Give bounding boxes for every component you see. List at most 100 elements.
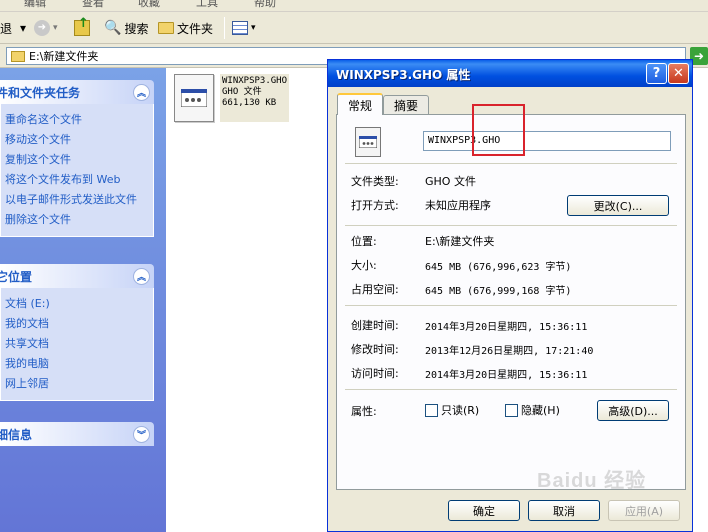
file-info: WINXPSP3.GHO GHO 文件 661,130 KB — [220, 74, 290, 122]
search-icon: 🔍 — [104, 20, 122, 36]
checkbox-box — [505, 403, 518, 417]
other-places-header[interactable]: 它位置 ︽ — [0, 264, 154, 288]
ok-button[interactable]: 确定 — [448, 500, 520, 521]
up-folder-icon: ↑ — [74, 17, 90, 36]
toolbar: 退 ▾ ➜ ▾ ↑ 🔍 搜索 文件夹 ▾ — [0, 12, 708, 44]
file-tasks-panel: 件和文件夹任务 ︽ 重命名这个文件 移动这个文件 复制这个文件 将这个文件发布到… — [0, 80, 154, 237]
baidu-watermark: Baidu 经验 — [537, 470, 647, 492]
location-value: E:\新建文件夹 — [425, 235, 495, 248]
help-button[interactable]: ? — [646, 63, 667, 84]
modified-value: 2013年12月26日星期四, 17:21:40 — [425, 346, 594, 357]
folders-label: 文件夹 — [177, 21, 214, 36]
divider — [345, 305, 677, 306]
details-header[interactable]: 细信息 ︾ — [0, 422, 154, 446]
dropdown-arrow-icon[interactable]: ▾ — [20, 18, 26, 38]
file-type: GHO 文件 — [222, 87, 262, 97]
divider — [345, 163, 677, 164]
modified-label: 修改时间: — [351, 343, 399, 356]
back-label: 退 — [0, 21, 13, 36]
size-value: 645 MB (676,996,623 字节) — [425, 262, 572, 273]
details-title: 细信息 — [0, 427, 33, 442]
annotation-highlight-box — [472, 104, 525, 156]
file-name-input[interactable]: WINXPSP3.GHO — [423, 131, 671, 151]
other-places-body: 文档 (E:) 我的文档 共享文档 我的电脑 网上邻居 — [0, 288, 154, 401]
created-value: 2014年3月20日星期四, 15:36:11 — [425, 322, 588, 333]
task-move-file[interactable]: 移动这个文件 — [5, 130, 149, 150]
readonly-checkbox[interactable]: 只读(R) — [425, 402, 479, 418]
tab-summary[interactable]: 摘要 — [383, 95, 429, 115]
accessed-value: 2014年3月20日星期四, 15:36:11 — [425, 370, 588, 381]
help-icon: ? — [652, 66, 661, 81]
place-my-documents[interactable]: 我的文档 — [5, 314, 149, 334]
readonly-label: 只读(R) — [441, 404, 480, 417]
dropdown-arrow-icon: ▾ — [53, 23, 58, 33]
views-icon — [232, 21, 248, 35]
search-label: 搜索 — [124, 21, 149, 36]
created-label: 创建时间: — [351, 319, 399, 332]
dropdown-arrow-icon: ▾ — [251, 23, 256, 33]
task-publish-web[interactable]: 将这个文件发布到 Web — [5, 170, 149, 190]
file-tasks-header[interactable]: 件和文件夹任务 ︽ — [0, 80, 154, 104]
forward-icon: ➜ — [34, 20, 50, 36]
details-panel: 细信息 ︾ — [0, 422, 154, 446]
file-type-value: GHO 文件 — [425, 175, 476, 188]
collapse-chevron-icon[interactable]: ︽ — [133, 83, 150, 101]
gho-file-icon — [355, 127, 381, 157]
place-drive-e[interactable]: 文档 (E:) — [5, 294, 149, 314]
menu-help[interactable]: 帮助 — [254, 0, 276, 10]
views-button[interactable]: ▾ — [232, 18, 256, 38]
general-tab-panel: WINXPSP3.GHO 文件类型: GHO 文件 打开方式: 未知应用程序 更… — [336, 114, 686, 490]
expand-chevron-icon[interactable]: ︾ — [133, 425, 150, 443]
menu-edit[interactable]: 编辑 — [24, 0, 46, 10]
file-tasks-title: 件和文件夹任务 — [0, 85, 81, 100]
attributes-label: 属性: — [351, 405, 377, 418]
place-network[interactable]: 网上邻居 — [5, 374, 149, 394]
divider — [345, 225, 677, 226]
hidden-checkbox[interactable]: 隐藏(H) — [505, 402, 560, 418]
task-email-file[interactable]: 以电子邮件形式发送此文件 — [5, 190, 149, 210]
cancel-button[interactable]: 取消 — [528, 500, 600, 521]
collapse-chevron-icon[interactable]: ︽ — [133, 267, 150, 285]
search-button[interactable]: 🔍 搜索 — [104, 18, 148, 38]
task-pane: 件和文件夹任务 ︽ 重命名这个文件 移动这个文件 复制这个文件 将这个文件发布到… — [0, 68, 166, 532]
other-places-title: 它位置 — [0, 269, 33, 284]
place-shared-documents[interactable]: 共享文档 — [5, 334, 149, 354]
task-delete-file[interactable]: 删除这个文件 — [5, 210, 149, 230]
menu-tools[interactable]: 工具 — [196, 0, 218, 10]
folder-icon — [11, 50, 25, 62]
task-rename-file[interactable]: 重命名这个文件 — [5, 110, 149, 130]
disk-size-label: 占用空间: — [351, 283, 399, 296]
file-size: 661,130 KB — [222, 98, 277, 108]
advanced-button[interactable]: 高级(D)... — [597, 400, 669, 421]
folders-button[interactable]: 文件夹 — [158, 18, 213, 38]
open-with-value: 未知应用程序 — [425, 199, 491, 212]
menu-favorites[interactable]: 收藏 — [138, 0, 160, 10]
menu-view[interactable]: 查看 — [82, 0, 104, 10]
forward-button[interactable]: ➜ ▾ — [34, 18, 58, 38]
file-name: WINXPSP3.GHO — [222, 76, 288, 86]
dialog-title: WINXPSP3.GHO 属性 — [336, 68, 471, 82]
disk-size-value: 645 MB (676,999,168 字节) — [425, 286, 572, 297]
place-my-computer[interactable]: 我的电脑 — [5, 354, 149, 374]
location-label: 位置: — [351, 235, 377, 248]
close-icon: ✕ — [673, 66, 684, 81]
file-type-label: 文件类型: — [351, 175, 399, 188]
close-button[interactable]: ✕ — [668, 63, 689, 84]
divider — [345, 389, 677, 390]
back-button[interactable]: 退 — [0, 18, 12, 38]
task-copy-file[interactable]: 复制这个文件 — [5, 150, 149, 170]
menu-bar: 编辑 查看 收藏 工具 帮助 — [0, 0, 708, 12]
dialog-titlebar[interactable]: WINXPSP3.GHO 属性 ? ✕ — [328, 60, 692, 87]
up-folder-button[interactable]: ↑ — [74, 17, 90, 38]
folder-icon — [158, 22, 174, 34]
hidden-label: 隐藏(H) — [521, 404, 560, 417]
apply-button[interactable]: 应用(A) — [608, 500, 680, 521]
file-item[interactable]: WINXPSP3.GHO GHO 文件 661,130 KB — [174, 74, 290, 122]
gho-file-icon — [174, 74, 214, 122]
accessed-label: 访问时间: — [351, 367, 399, 380]
open-with-label: 打开方式: — [351, 199, 399, 212]
change-button[interactable]: 更改(C)... — [567, 195, 669, 216]
checkbox-box — [425, 403, 438, 417]
other-places-panel: 它位置 ︽ 文档 (E:) 我的文档 共享文档 我的电脑 网上邻居 — [0, 264, 154, 401]
tab-general[interactable]: 常规 — [337, 93, 383, 115]
